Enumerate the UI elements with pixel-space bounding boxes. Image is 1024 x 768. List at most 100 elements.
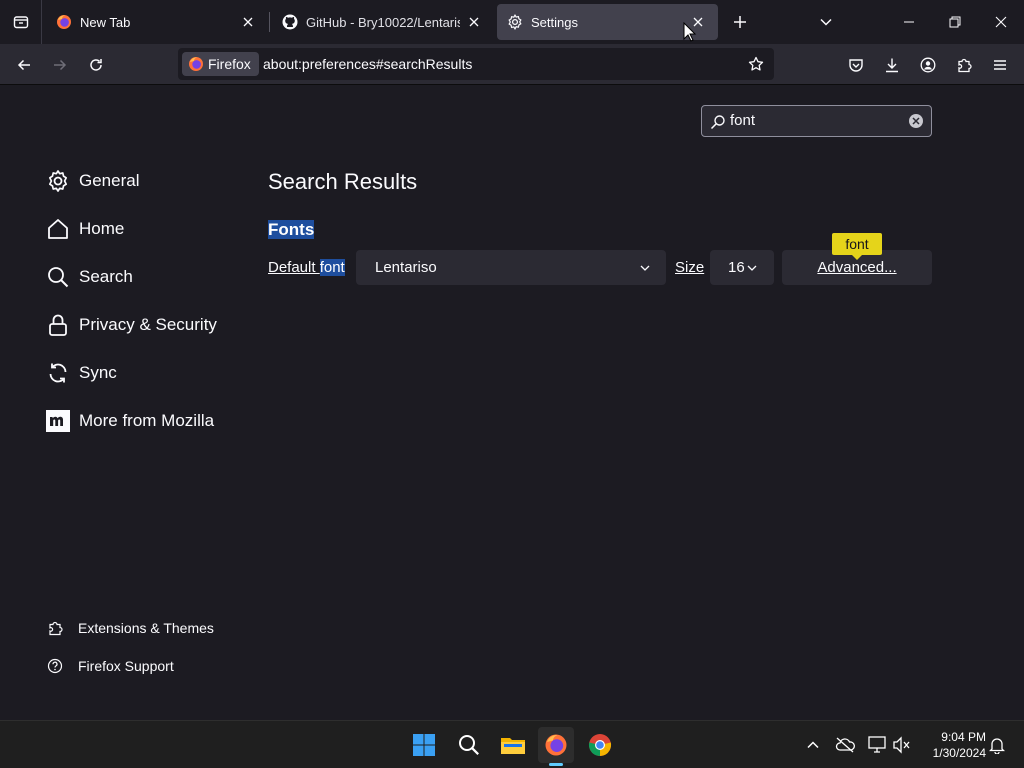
pocket-button[interactable] [841, 50, 871, 80]
bookmark-star-button[interactable] [744, 52, 768, 76]
default-font-select[interactable]: Lentariso [356, 250, 666, 285]
downloads-button[interactable] [877, 50, 907, 80]
minimize-icon [904, 21, 914, 23]
speaker-muted-icon [893, 736, 910, 754]
bell-icon [989, 738, 1005, 754]
page-title: Search Results [268, 169, 418, 194]
close-icon [995, 16, 1007, 28]
firefox-icon [545, 734, 567, 756]
new-tab-button[interactable] [726, 8, 754, 36]
close-tab-icon[interactable] [238, 12, 258, 32]
start-button[interactable] [406, 727, 442, 763]
taskbar-search-button[interactable] [451, 727, 487, 763]
firefox-icon [189, 57, 203, 71]
forward-button[interactable] [45, 50, 75, 80]
taskbar-chrome-button[interactable] [582, 727, 618, 763]
star-icon [748, 56, 764, 71]
navigation-toolbar: Firefox about:preferences#searchResults [0, 44, 1024, 85]
github-icon [282, 14, 298, 30]
network-tray-icon[interactable] [866, 734, 888, 756]
taskbar-firefox-button[interactable] [538, 727, 574, 763]
clear-search-icon[interactable] [909, 114, 923, 128]
volume-tray-icon[interactable] [891, 734, 913, 756]
mouse-cursor-icon [683, 22, 697, 42]
category-label: Search [79, 267, 133, 286]
back-arrow-icon [17, 59, 30, 71]
sync-icon [45, 360, 71, 386]
category-search[interactable]: Search [45, 259, 133, 295]
back-button[interactable] [9, 50, 39, 80]
font-size-select[interactable]: 16 [710, 250, 774, 285]
gear-icon [507, 14, 523, 30]
search-icon [45, 264, 71, 290]
extensions-themes-link[interactable]: Extensions & Themes [46, 616, 214, 640]
clock-time: 9:04 PM [941, 730, 986, 744]
url-text[interactable]: about:preferences#searchResults [263, 48, 472, 80]
plus-icon [734, 16, 746, 28]
gear-icon [45, 168, 71, 194]
account-button[interactable] [913, 50, 943, 80]
onedrive-tray-icon[interactable] [834, 734, 856, 756]
footer-link-label: Firefox Support [78, 658, 174, 674]
category-label: Sync [79, 363, 117, 382]
list-all-tabs-button[interactable] [812, 8, 840, 36]
category-home[interactable]: Home [45, 211, 124, 247]
fonts-group-heading: Fonts [268, 220, 315, 240]
forward-arrow-icon [54, 59, 67, 71]
chrome-icon [588, 734, 612, 756]
restore-button[interactable] [941, 8, 969, 36]
category-label: Home [79, 219, 125, 238]
tab-title: Settings [531, 14, 578, 30]
url-bar[interactable]: Firefox about:preferences#searchResults [178, 48, 774, 80]
menu-button[interactable] [985, 50, 1015, 80]
active-app-indicator [549, 763, 563, 766]
tab-new-tab[interactable]: New Tab [46, 4, 268, 40]
close-window-button[interactable] [987, 8, 1015, 36]
category-privacy-security[interactable]: Privacy & Security [45, 307, 217, 343]
identity-label: Firefox [208, 56, 251, 72]
tab-github[interactable]: GitHub - Bry10022/Lentariso: Th [272, 4, 494, 40]
firefox-support-link[interactable]: Firefox Support [46, 654, 174, 678]
chevron-up-icon [807, 741, 819, 749]
search-icon [710, 115, 725, 130]
minimize-button[interactable] [895, 8, 923, 36]
default-font-label-prefix: Default [268, 259, 320, 276]
mozilla-icon [45, 408, 71, 434]
default-font-value: Lentariso [375, 259, 437, 276]
chevron-down-icon [747, 265, 757, 271]
clock-date: 1/30/2024 [932, 746, 986, 760]
file-explorer-button[interactable] [495, 727, 531, 763]
search-value: font [730, 112, 756, 129]
category-label: Privacy & Security [79, 315, 217, 334]
category-more-from-mozilla[interactable]: More from Mozilla [45, 403, 214, 439]
system-clock[interactable]: 9:04 PM 1/30/2024 [916, 729, 986, 761]
settings-page: font General Home Search Privacy & Secur… [0, 85, 1024, 720]
category-sync[interactable]: Sync [45, 355, 117, 391]
download-icon [886, 58, 898, 73]
search-icon [459, 735, 479, 755]
reload-button[interactable] [81, 50, 111, 80]
firefox-view-icon [13, 16, 28, 29]
pocket-icon [849, 59, 863, 72]
font-size-label: Size [675, 259, 705, 276]
tab-title: New Tab [80, 14, 131, 30]
font-size-value: 16 [728, 259, 745, 276]
show-hidden-icons-button[interactable] [802, 734, 824, 756]
chevron-down-icon [820, 18, 832, 26]
lock-icon [45, 312, 71, 338]
close-tab-icon[interactable] [464, 12, 484, 32]
tab-separator [269, 12, 270, 32]
firefox-view-button[interactable] [0, 0, 42, 44]
default-font-label: Default font [268, 250, 345, 285]
account-icon [920, 57, 936, 73]
category-general[interactable]: General [45, 163, 139, 199]
puzzle-icon [958, 58, 972, 73]
restore-icon [949, 16, 961, 28]
network-icon [868, 736, 886, 753]
identity-box[interactable]: Firefox [182, 52, 259, 76]
search-match-tooltip: font [832, 233, 882, 260]
extensions-button[interactable] [949, 50, 979, 80]
reload-icon [90, 59, 102, 71]
settings-search-input[interactable]: font [701, 105, 932, 137]
notifications-button[interactable] [986, 734, 1008, 756]
